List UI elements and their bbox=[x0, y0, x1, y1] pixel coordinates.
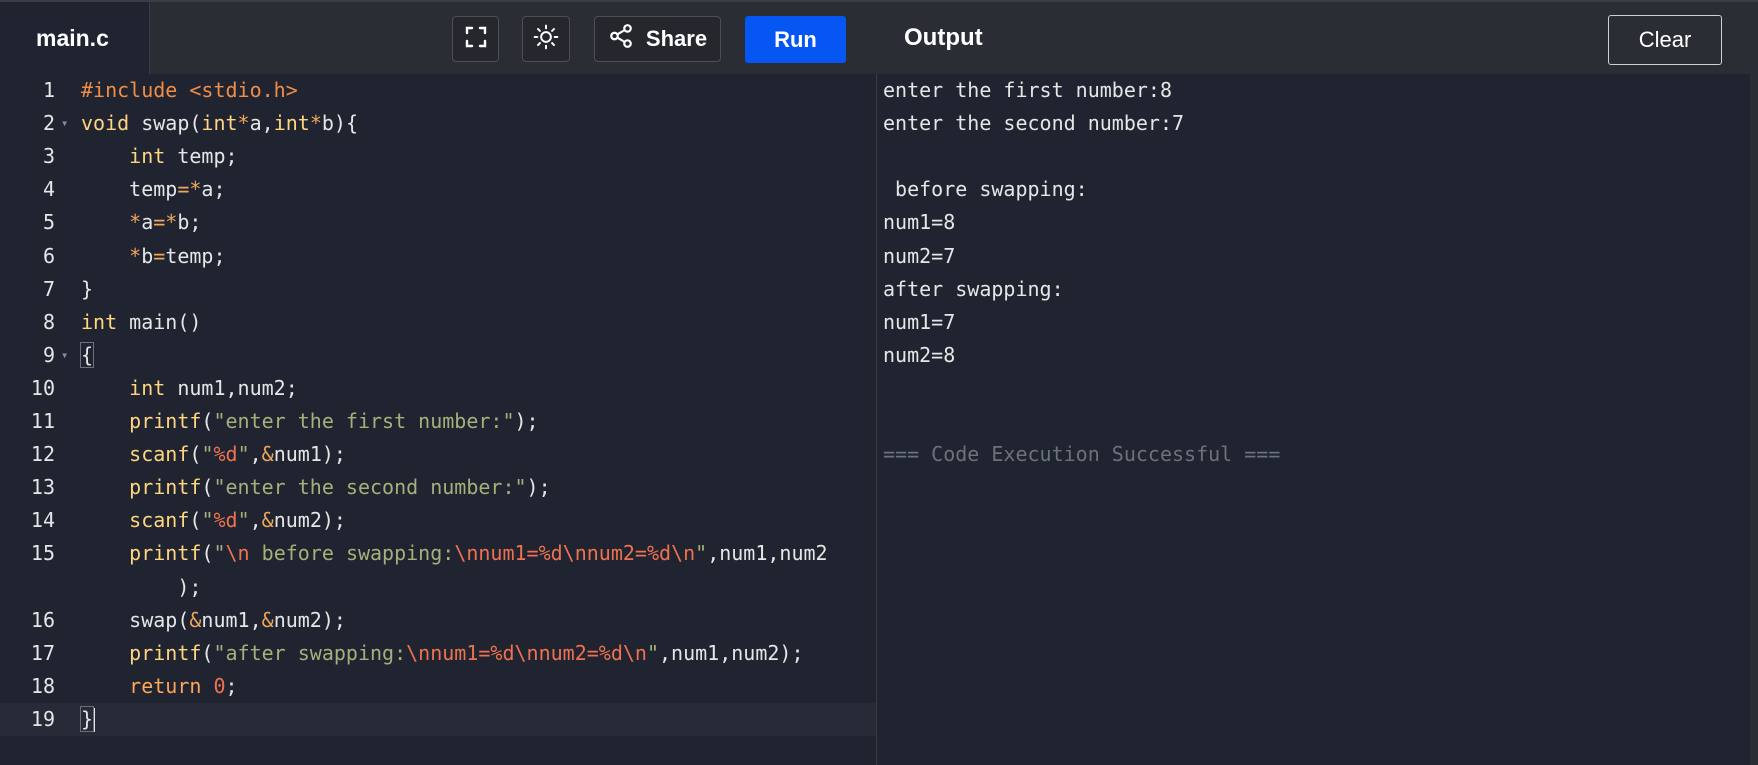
code-line[interactable]: 16 swap(&num1,&num2); bbox=[0, 604, 876, 637]
file-tab-main-c[interactable]: main.c bbox=[0, 2, 150, 74]
code-text: printf("enter the second number:"); bbox=[129, 475, 551, 500]
run-button[interactable]: Run bbox=[745, 16, 846, 63]
output-line: enter the second number:7 bbox=[883, 111, 1185, 136]
line-number: 1 bbox=[42, 78, 55, 102]
output-line: enter the first number:8 bbox=[883, 78, 1172, 102]
code-line[interactable]: 14 scanf("%d",&num2); bbox=[0, 504, 876, 537]
line-number: 10 bbox=[30, 375, 55, 400]
line-number: 17 bbox=[30, 640, 55, 665]
code-text: } bbox=[79, 705, 96, 733]
fullscreen-icon bbox=[464, 25, 488, 54]
code-text: int temp; bbox=[129, 144, 238, 169]
code-text: #include <stdio.h> bbox=[81, 78, 298, 102]
line-number: 14 bbox=[30, 508, 55, 533]
code-line[interactable]: 8 int main() bbox=[0, 306, 876, 339]
code-line[interactable]: 9 ▾ { bbox=[0, 339, 876, 372]
code-text: temp=*a; bbox=[81, 177, 226, 202]
top-toolbar: main.c Share Run Output Clear bbox=[0, 0, 1758, 74]
code-text: ); bbox=[81, 574, 202, 599]
code-line[interactable]: 10 int num1,num2; bbox=[0, 372, 876, 405]
clear-button[interactable]: Clear bbox=[1608, 15, 1722, 65]
line-number: 13 bbox=[30, 475, 55, 500]
line-number: 16 bbox=[30, 607, 55, 632]
text-cursor bbox=[93, 708, 96, 733]
line-number: 15 bbox=[30, 541, 55, 566]
code-text: int main() bbox=[81, 309, 202, 334]
line-number: 6 bbox=[42, 243, 55, 268]
code-editor[interactable]: 1 #include <stdio.h> 2 ▾ void swap(int*a,int… bbox=[0, 74, 876, 765]
sun-icon bbox=[533, 24, 559, 55]
fold-arrow-icon[interactable]: ▾ bbox=[61, 339, 68, 372]
output-line: after swapping: bbox=[883, 276, 1064, 301]
line-number: 18 bbox=[30, 673, 55, 698]
line-number: 4 bbox=[42, 177, 55, 202]
line-number: 7 bbox=[42, 276, 55, 301]
line-number: 11 bbox=[30, 409, 55, 433]
code-text: printf("after swapping:\nnum1=%d\nnum2=%… bbox=[129, 640, 804, 665]
code-line[interactable]: 19} bbox=[0, 702, 876, 736]
code-text: { bbox=[79, 341, 95, 368]
share-button[interactable]: Share bbox=[594, 16, 721, 62]
code-line[interactable]: ); bbox=[0, 571, 876, 604]
code-text: swap(&num1,&num2); bbox=[81, 607, 346, 632]
code-text: scanf("%d",&num2); bbox=[129, 508, 346, 533]
output-scrollbar[interactable] bbox=[1750, 74, 1758, 765]
code-text: printf("enter the first number:"); bbox=[129, 409, 539, 433]
code-text: } bbox=[81, 276, 94, 301]
code-line[interactable]: 1 #include <stdio.h> bbox=[0, 74, 876, 107]
line-number: 19 bbox=[30, 706, 55, 731]
line-number: 5 bbox=[42, 210, 55, 235]
code-text: void swap(int*a,int*b){ bbox=[81, 111, 358, 136]
output-line: before swapping: bbox=[883, 177, 1088, 202]
share-icon bbox=[608, 23, 634, 55]
line-number: 8 bbox=[42, 309, 55, 334]
code-text: *a=*b; bbox=[129, 210, 202, 235]
line-number: 3 bbox=[42, 144, 55, 169]
output-line: num2=7 bbox=[883, 243, 956, 268]
code-text: scanf("%d",&num1); bbox=[129, 442, 346, 467]
code-text: return 0; bbox=[129, 673, 238, 698]
code-line[interactable]: 7} bbox=[0, 273, 876, 306]
code-line[interactable]: 17 printf("after swapping:\nnum1=%d\nnum… bbox=[0, 637, 876, 670]
code-text: printf("\n before swapping:\nnum1=%d\nnu… bbox=[129, 541, 828, 566]
code-line[interactable]: 13 printf("enter the second number:"); bbox=[0, 471, 876, 504]
output-panel: enter the first number:8 enter the second… bbox=[877, 74, 1758, 765]
output-line: num1=8 bbox=[883, 210, 956, 235]
execution-status: === Code Execution Successful === bbox=[883, 442, 1281, 467]
code-line[interactable]: 4 temp=*a; bbox=[0, 173, 876, 206]
output-line: num1=7 bbox=[883, 309, 956, 334]
code-text: int num1,num2; bbox=[129, 375, 298, 400]
code-text: *b=temp; bbox=[129, 243, 226, 268]
code-line[interactable]: 12 scanf("%d",&num1); bbox=[0, 438, 876, 471]
code-line[interactable]: 15 printf("\n before swapping:\nnum1=%d\… bbox=[0, 537, 876, 570]
theme-toggle-button[interactable] bbox=[522, 16, 570, 62]
code-line[interactable]: 6 *b=temp; bbox=[0, 240, 876, 273]
line-number: 12 bbox=[30, 442, 55, 467]
line-number: 9 bbox=[42, 342, 55, 367]
code-line[interactable]: 2 ▾ void swap(int*a,int*b){ bbox=[0, 107, 876, 140]
code-line[interactable]: 11 printf("enter the first number:"); bbox=[0, 405, 876, 438]
fold-arrow-icon[interactable]: ▾ bbox=[61, 107, 68, 140]
line-number: 2 bbox=[42, 111, 55, 136]
code-line[interactable]: 5 *a=*b; bbox=[0, 206, 876, 239]
code-line[interactable]: 3 int temp; bbox=[0, 140, 876, 173]
fullscreen-button[interactable] bbox=[452, 16, 499, 62]
share-label: Share bbox=[645, 26, 708, 51]
code-line[interactable]: 18 return 0; bbox=[0, 670, 876, 703]
output-line: num2=8 bbox=[883, 342, 956, 367]
output-title: Output bbox=[904, 24, 983, 51]
